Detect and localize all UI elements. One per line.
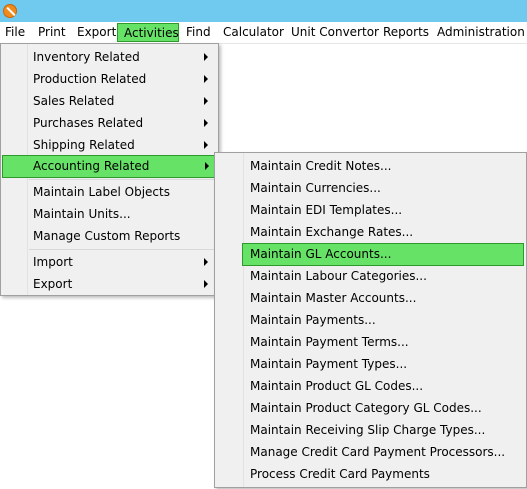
menu-item-label: Maintain EDI Templates... bbox=[250, 203, 403, 217]
submenu-arrow-icon bbox=[204, 97, 208, 105]
menu-item-label: Maintain Master Accounts... bbox=[250, 291, 417, 305]
submenu-arrow-icon bbox=[204, 258, 208, 266]
menu-item-label: Production Related bbox=[33, 72, 147, 86]
menu-item-label: Maintain Payment Terms... bbox=[250, 335, 409, 349]
menu-item-accounting-related[interactable]: Accounting Related bbox=[2, 155, 217, 178]
menu-file[interactable]: File bbox=[5, 23, 25, 42]
submenu-arrow-icon bbox=[205, 162, 209, 170]
menu-activities[interactable]: Activities bbox=[117, 23, 179, 42]
menu-item-label: Process Credit Card Payments bbox=[250, 467, 430, 481]
menu-item-label: Import bbox=[33, 255, 73, 269]
menu-find[interactable]: Find bbox=[186, 23, 211, 42]
menu-item-maintain-credit-notes[interactable]: Maintain Credit Notes... bbox=[217, 155, 524, 177]
menu-item-label: Maintain Product GL Codes... bbox=[250, 379, 424, 393]
menu-item-process-credit-card-payments[interactable]: Process Credit Card Payments bbox=[217, 463, 524, 485]
menu-item-label: Maintain Credit Notes... bbox=[250, 159, 392, 173]
submenu-arrow-icon bbox=[204, 53, 208, 61]
menu-item-label: Manage Credit Card Payment Processors... bbox=[250, 445, 506, 459]
menu-item-production-related[interactable]: Production Related bbox=[3, 68, 216, 90]
title-bar bbox=[0, 0, 527, 22]
menu-item-label: Accounting Related bbox=[33, 159, 150, 173]
menu-item-label: Maintain Label Objects bbox=[33, 185, 170, 199]
menu-item-maintain-receiving-slip-charge-types[interactable]: Maintain Receiving Slip Charge Types... bbox=[217, 419, 524, 441]
menu-item-export[interactable]: Export bbox=[3, 273, 216, 295]
menu-reports[interactable]: Reports bbox=[383, 23, 429, 42]
menu-item-maintain-master-accounts[interactable]: Maintain Master Accounts... bbox=[217, 287, 524, 309]
menu-item-maintain-product-category-gl-codes[interactable]: Maintain Product Category GL Codes... bbox=[217, 397, 524, 419]
menu-item-purchases-related[interactable]: Purchases Related bbox=[3, 112, 216, 134]
menu-item-maintain-label-objects[interactable]: Maintain Label Objects bbox=[3, 181, 216, 203]
submenu-arrow-icon bbox=[204, 280, 208, 288]
menu-item-manage-custom-reports[interactable]: Manage Custom Reports bbox=[3, 225, 216, 247]
menu-item-label: Purchases Related bbox=[33, 116, 144, 130]
menu-item-manage-credit-card-payment-processors[interactable]: Manage Credit Card Payment Processors... bbox=[217, 441, 524, 463]
menu-print[interactable]: Print bbox=[38, 23, 66, 42]
menu-item-label: Maintain GL Accounts... bbox=[250, 247, 392, 261]
menu-item-shipping-related[interactable]: Shipping Related bbox=[3, 134, 216, 156]
menu-item-maintain-units[interactable]: Maintain Units... bbox=[3, 203, 216, 225]
menu-item-maintain-product-gl-codes[interactable]: Maintain Product GL Codes... bbox=[217, 375, 524, 397]
menu-item-inventory-related[interactable]: Inventory Related bbox=[3, 46, 216, 68]
menu-item-maintain-labour-categories[interactable]: Maintain Labour Categories... bbox=[217, 265, 524, 287]
app-logo-icon[interactable] bbox=[3, 4, 17, 18]
menu-item-maintain-payments[interactable]: Maintain Payments... bbox=[217, 309, 524, 331]
menu-item-maintain-payment-terms[interactable]: Maintain Payment Terms... bbox=[217, 331, 524, 353]
menu-item-label: Shipping Related bbox=[33, 138, 135, 152]
menu-bar: File Print Export Activities Find Calcul… bbox=[0, 22, 527, 44]
menu-item-label: Export bbox=[33, 277, 73, 291]
activities-menu: Inventory Related Production Related Sal… bbox=[0, 43, 219, 296]
menu-separator bbox=[29, 179, 216, 180]
submenu-arrow-icon bbox=[204, 119, 208, 127]
menu-item-import[interactable]: Import bbox=[3, 251, 216, 273]
menu-item-label: Maintain Currencies... bbox=[250, 181, 381, 195]
menu-item-maintain-edi-templates[interactable]: Maintain EDI Templates... bbox=[217, 199, 524, 221]
submenu-arrow-icon bbox=[204, 141, 208, 149]
menu-separator bbox=[29, 249, 216, 250]
menu-item-label: Maintain Labour Categories... bbox=[250, 269, 427, 283]
menu-unit-convertor[interactable]: Unit Convertor bbox=[291, 23, 379, 42]
submenu-arrow-icon bbox=[204, 75, 208, 83]
menu-item-label: Maintain Units... bbox=[33, 207, 131, 221]
menu-item-label: Maintain Product Category GL Codes... bbox=[250, 401, 482, 415]
menu-item-maintain-currencies[interactable]: Maintain Currencies... bbox=[217, 177, 524, 199]
menu-item-label: Manage Custom Reports bbox=[33, 229, 181, 243]
menu-item-label: Maintain Payments... bbox=[250, 313, 376, 327]
menu-item-maintain-payment-types[interactable]: Maintain Payment Types... bbox=[217, 353, 524, 375]
menu-export[interactable]: Export bbox=[77, 23, 116, 42]
menu-administration[interactable]: Administration bbox=[437, 23, 525, 42]
menu-item-label: Maintain Exchange Rates... bbox=[250, 225, 414, 239]
menu-item-label: Sales Related bbox=[33, 94, 115, 108]
menu-item-maintain-exchange-rates[interactable]: Maintain Exchange Rates... bbox=[217, 221, 524, 243]
menu-item-label: Maintain Payment Types... bbox=[250, 357, 408, 371]
menu-item-label: Maintain Receiving Slip Charge Types... bbox=[250, 423, 486, 437]
accounting-submenu: Maintain Credit Notes... Maintain Curren… bbox=[214, 152, 527, 488]
menu-item-label: Inventory Related bbox=[33, 50, 140, 64]
menu-item-sales-related[interactable]: Sales Related bbox=[3, 90, 216, 112]
menu-item-maintain-gl-accounts[interactable]: Maintain GL Accounts... bbox=[242, 243, 524, 266]
menu-calculator[interactable]: Calculator bbox=[223, 23, 284, 42]
